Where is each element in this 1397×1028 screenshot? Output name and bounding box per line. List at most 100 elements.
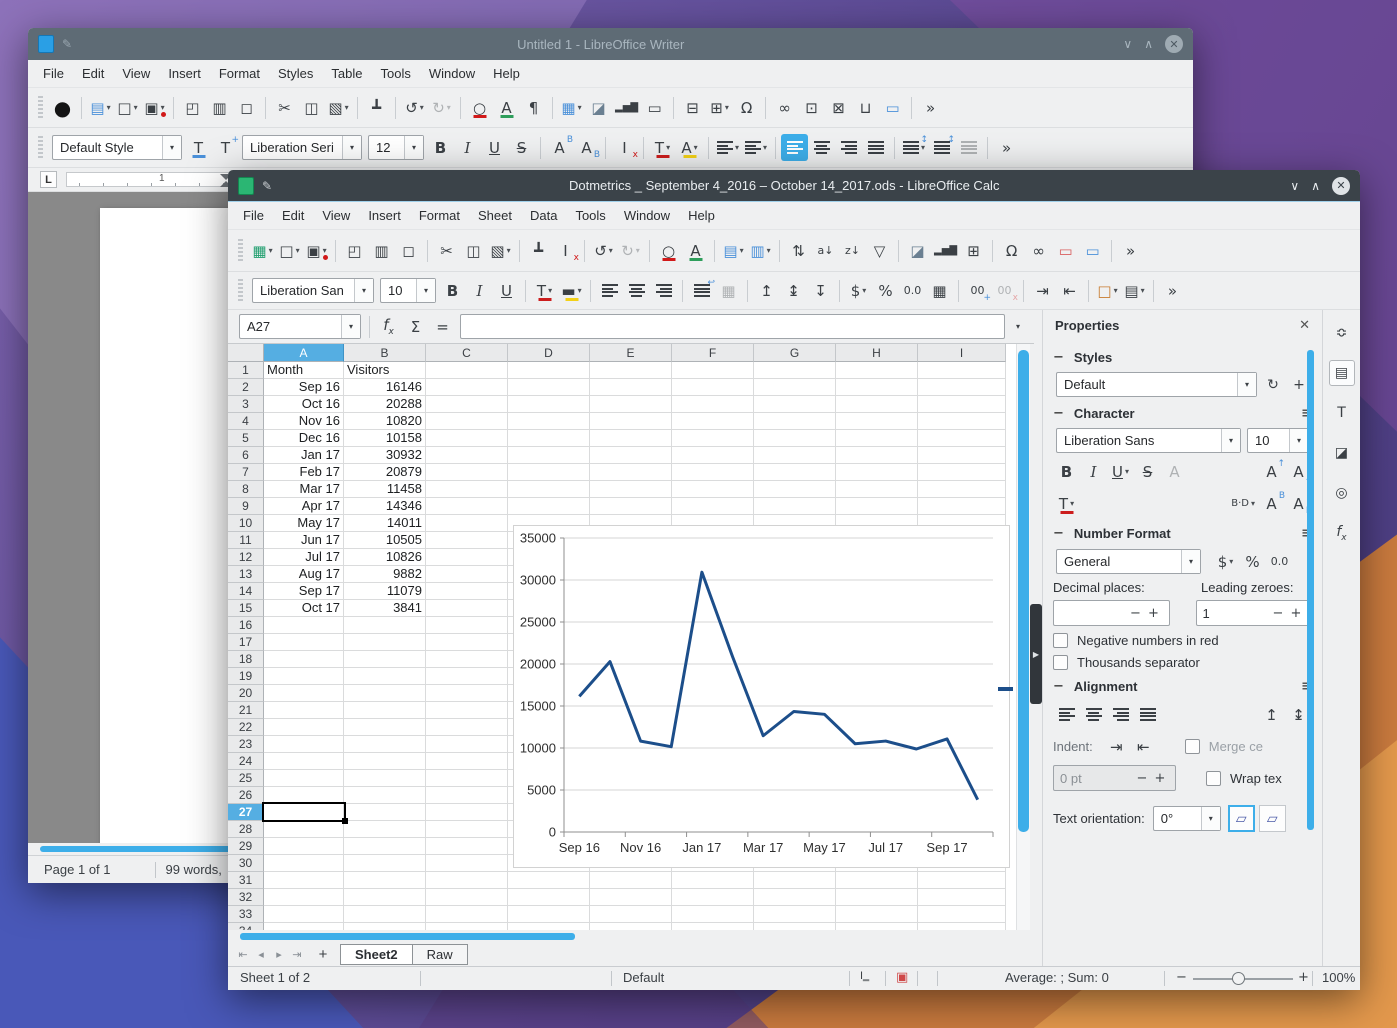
row-header-3[interactable]: 3 xyxy=(228,396,264,413)
insert-table-icon[interactable]: ▦ ▾ xyxy=(558,94,585,121)
cell-a29[interactable] xyxy=(264,838,344,855)
cell-f6[interactable] xyxy=(672,447,754,464)
row-header-17[interactable]: 17 xyxy=(228,634,264,651)
row-header-21[interactable]: 21 xyxy=(228,702,264,719)
toolbar-overflow-icon[interactable]: » xyxy=(1117,237,1144,264)
cell-b19[interactable] xyxy=(344,668,426,685)
cell-g32[interactable] xyxy=(754,889,836,906)
cell-a14[interactable]: Sep 17 xyxy=(264,583,344,600)
horizontal-scrollbar-thumb[interactable] xyxy=(240,933,575,940)
cell-d6[interactable] xyxy=(508,447,590,464)
cell-e5[interactable] xyxy=(590,430,672,447)
zoom-slider-thumb[interactable] xyxy=(1232,972,1245,985)
increase-indent-icon[interactable]: ⇥ xyxy=(1029,277,1056,304)
cell-c18[interactable] xyxy=(426,651,508,668)
menu-help[interactable]: Help xyxy=(484,62,529,85)
menu-file[interactable]: File xyxy=(234,204,273,227)
cell-i3[interactable] xyxy=(918,396,1006,413)
cell-b1[interactable]: Visitors xyxy=(344,362,426,379)
print-icon[interactable]: ▥ xyxy=(368,237,395,264)
cell-a1[interactable]: Month xyxy=(264,362,344,379)
paste-icon[interactable]: ▧ ▾ xyxy=(487,237,514,264)
cell-f5[interactable] xyxy=(672,430,754,447)
selected-cell-a27[interactable] xyxy=(262,802,348,824)
export-pdf-icon[interactable]: ◰ xyxy=(341,237,368,264)
font-color-icon[interactable]: T ▾ xyxy=(649,134,676,161)
increase-indent-icon[interactable]: ⇥ xyxy=(1103,733,1130,760)
font-name-combo[interactable]: Liberation Seri ▾ xyxy=(242,135,362,160)
cell-i33[interactable] xyxy=(918,906,1006,923)
cell-b14[interactable]: 11079 xyxy=(344,583,426,600)
menu-format[interactable]: Format xyxy=(410,204,469,227)
cell-e31[interactable] xyxy=(590,872,672,889)
plus-icon[interactable]: + xyxy=(1287,606,1305,621)
align-center-icon[interactable] xyxy=(623,277,650,304)
cell-a22[interactable] xyxy=(264,719,344,736)
row-header-7[interactable]: 7 xyxy=(228,464,264,481)
bookmark-icon[interactable]: ⊔ xyxy=(852,94,879,121)
cell-i32[interactable] xyxy=(918,889,1006,906)
column-header-i[interactable]: I xyxy=(918,344,1006,362)
clone-formatting-icon[interactable]: ┻ xyxy=(363,94,390,121)
paragraph-spacing-icon[interactable]: ↕ xyxy=(928,134,955,161)
cell-d31[interactable] xyxy=(508,872,590,889)
minus-icon[interactable]: − xyxy=(1269,606,1287,621)
minimize-icon[interactable]: ∨ xyxy=(1290,179,1299,193)
cell-g9[interactable] xyxy=(754,498,836,515)
numbered-list-icon[interactable]: ▾ xyxy=(742,134,770,161)
font-color-icon[interactable]: T ▾ xyxy=(1053,490,1080,517)
cell-c10[interactable] xyxy=(426,515,508,532)
row-header-26[interactable]: 26 xyxy=(228,787,264,804)
cell-h1[interactable] xyxy=(836,362,918,379)
cell-i34[interactable] xyxy=(918,923,1006,930)
cell-h6[interactable] xyxy=(836,447,918,464)
italic-icon[interactable]: I xyxy=(454,134,481,161)
row-header-4[interactable]: 4 xyxy=(228,413,264,430)
cell-a9[interactable]: Apr 17 xyxy=(264,498,344,515)
cell-c26[interactable] xyxy=(426,787,508,804)
row-header-14[interactable]: 14 xyxy=(228,583,264,600)
cell-b21[interactable] xyxy=(344,702,426,719)
cell-f8[interactable] xyxy=(672,481,754,498)
cell-b29[interactable] xyxy=(344,838,426,855)
row-header-5[interactable]: 5 xyxy=(228,430,264,447)
number-format-icon[interactable]: 0.0 xyxy=(899,277,926,304)
cell-h2[interactable] xyxy=(836,379,918,396)
column-header-a[interactable]: A xyxy=(264,344,344,362)
cell-f4[interactable] xyxy=(672,413,754,430)
open-icon[interactable]: □ ▾ xyxy=(276,237,303,264)
cell-i1[interactable] xyxy=(918,362,1006,379)
plus-icon[interactable]: + xyxy=(1151,771,1169,786)
horizontal-scrollbar[interactable] xyxy=(228,930,1034,942)
plus-icon[interactable]: + xyxy=(1145,606,1163,621)
cell-d32[interactable] xyxy=(508,889,590,906)
align-top-icon[interactable]: ↥ xyxy=(1258,701,1285,728)
cell-b24[interactable] xyxy=(344,753,426,770)
cell-a24[interactable] xyxy=(264,753,344,770)
sheet-number[interactable]: Sheet 1 of 2 xyxy=(240,970,310,985)
cell-c31[interactable] xyxy=(426,872,508,889)
cell-b6[interactable]: 30932 xyxy=(344,447,426,464)
cell-c16[interactable] xyxy=(426,617,508,634)
superscript-icon[interactable]: AB xyxy=(1258,490,1285,517)
cell-b22[interactable] xyxy=(344,719,426,736)
cell-c27[interactable] xyxy=(426,804,508,821)
cell-a17[interactable] xyxy=(264,634,344,651)
underline-icon[interactable]: U ▾ xyxy=(1107,458,1134,485)
cell-a15[interactable]: Oct 17 xyxy=(264,600,344,617)
cell-f9[interactable] xyxy=(672,498,754,515)
line-spacing-icon[interactable]: ↕ ▾ xyxy=(900,134,928,161)
italic-icon[interactable]: I xyxy=(1080,458,1107,485)
indent-icon[interactable] xyxy=(955,134,982,161)
cell-e9[interactable] xyxy=(590,498,672,515)
minimize-icon[interactable]: ∨ xyxy=(1123,37,1132,51)
date-format-icon[interactable]: ▦ xyxy=(926,277,953,304)
style-combo[interactable]: Default ▾ xyxy=(1056,372,1257,397)
clear-formatting-icon[interactable]: Ix xyxy=(611,134,638,161)
bold-icon[interactable]: B xyxy=(427,134,454,161)
decrease-indent-icon[interactable]: ⇤ xyxy=(1130,733,1157,760)
cell-b7[interactable]: 20879 xyxy=(344,464,426,481)
center-vertically-icon[interactable]: ↨ xyxy=(780,277,807,304)
row-header-1[interactable]: 1 xyxy=(228,362,264,379)
column-header-c[interactable]: C xyxy=(426,344,508,362)
